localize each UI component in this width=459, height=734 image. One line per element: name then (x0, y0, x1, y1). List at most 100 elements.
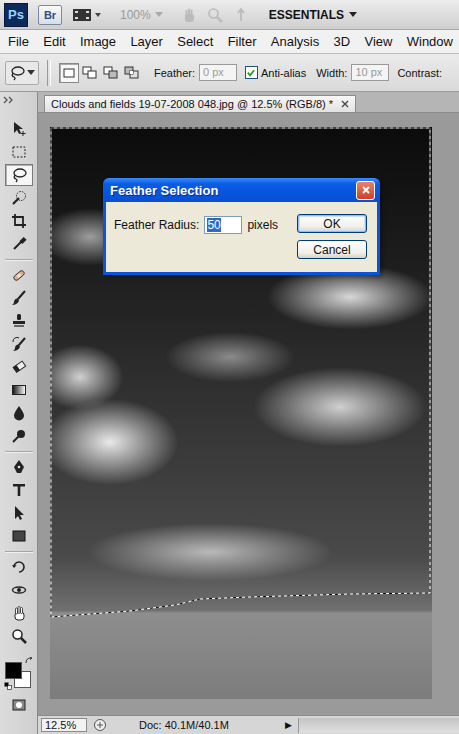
tool-button[interactable] (5, 602, 33, 624)
menu-item[interactable]: File (8, 34, 29, 49)
view-extras-icon[interactable] (72, 7, 102, 23)
feather-field[interactable]: 0 px (199, 64, 237, 81)
dialog-close-button[interactable] (356, 181, 375, 200)
tool-preset-picker[interactable] (5, 61, 39, 85)
check-icon (246, 68, 256, 78)
tool-button[interactable] (5, 333, 33, 355)
feather-radius-label: Feather Radius: (114, 218, 199, 232)
tool-button[interactable] (5, 379, 33, 401)
lasso-icon (9, 65, 25, 81)
tool-button[interactable] (5, 579, 33, 601)
menu-item[interactable]: Image (80, 34, 116, 49)
tool-button[interactable] (5, 233, 33, 255)
selection-mode-button[interactable] (122, 63, 142, 83)
photoshop-logo[interactable]: Ps (4, 3, 28, 27)
foreground-color-swatch[interactable] (5, 662, 22, 679)
unit-label: pixels (247, 218, 278, 232)
selection-mode-button[interactable] (80, 63, 100, 83)
options-bar: Feather: 0 px Anti-alias Width: 10 px Co… (0, 54, 459, 92)
zoom-field[interactable]: 12.5% (41, 718, 87, 732)
tool-button[interactable] (5, 556, 33, 578)
separator (5, 551, 33, 553)
lasso-icon (11, 167, 27, 183)
menu-item[interactable]: View (364, 34, 392, 49)
anti-alias-label: Anti-alias (261, 67, 306, 79)
tool-button[interactable] (5, 210, 33, 232)
dropdown-arrow-icon (155, 12, 163, 18)
horizontal-scrollbar[interactable] (298, 718, 459, 733)
healing-icon (11, 267, 27, 283)
close-icon[interactable] (341, 100, 349, 108)
tool-button[interactable] (5, 164, 33, 186)
hand-icon[interactable] (181, 7, 197, 23)
document-size: Doc: 40.1M/40.1M (139, 719, 229, 731)
quick-mask-button[interactable] (5, 694, 33, 716)
pen-icon (11, 459, 27, 475)
bridge-button[interactable]: Br (38, 5, 62, 25)
tool-button[interactable] (5, 264, 33, 286)
photoshop-window: Ps Br 100% ESSENTIALS File Edit Image Layer… (0, 0, 459, 734)
dialog-button[interactable]: Cancel (297, 240, 367, 259)
share-icon[interactable] (93, 718, 107, 732)
default-colors-icon[interactable] (4, 682, 12, 690)
status-menu-arrow[interactable]: ▶ (285, 720, 292, 730)
document-tab[interactable]: Clouds and fields 19-07-2008 048.jpg @ 1… (44, 95, 356, 112)
menu-bar: File Edit Image Layer Select Filter Analysis 3D… (0, 30, 459, 54)
quick-mask-icon (11, 697, 27, 713)
zoom-level-dropdown[interactable]: 100% (112, 8, 171, 22)
feather-radius-value: 50 (207, 218, 220, 232)
document-tabs: Clouds and fields 19-07-2008 048.jpg @ 1… (38, 92, 459, 113)
dialog-title-bar[interactable]: Feather Selection (103, 178, 380, 202)
zoom-icon[interactable] (207, 7, 223, 23)
brush-icon (11, 290, 27, 306)
tool-button[interactable] (5, 456, 33, 478)
history-brush-icon (11, 336, 27, 352)
marquee-icon (11, 144, 27, 160)
tool-button[interactable] (5, 525, 33, 547)
tool-button[interactable] (5, 287, 33, 309)
tool-button[interactable] (5, 310, 33, 332)
swap-colors-icon[interactable] (25, 657, 33, 665)
feather-label: Feather: (154, 67, 195, 79)
rotate-view-icon[interactable] (233, 7, 249, 23)
move-icon (11, 121, 27, 137)
width-field[interactable]: 10 px (351, 64, 389, 81)
feather-radius-field[interactable]: 50 (204, 216, 242, 234)
tool-button[interactable] (5, 141, 33, 163)
selection-mode-icon (82, 66, 98, 80)
contrast-label: Contrast: (397, 67, 442, 79)
tool-button[interactable] (5, 502, 33, 524)
tool-button[interactable] (5, 479, 33, 501)
tool-button[interactable] (5, 356, 33, 378)
tool-button[interactable] (5, 625, 33, 647)
menu-item[interactable]: Edit (43, 34, 65, 49)
menu-item[interactable]: 3D (334, 34, 351, 49)
dropdown-arrow-icon (349, 12, 357, 18)
selection-mode-button[interactable] (59, 63, 79, 83)
anti-alias-checkbox[interactable]: Anti-alias (245, 66, 306, 79)
tool-button[interactable] (5, 118, 33, 140)
color-swatches (3, 656, 35, 690)
tool-button[interactable] (5, 402, 33, 424)
application-bar: Ps Br 100% ESSENTIALS (0, 0, 459, 30)
menu-item[interactable]: Filter (228, 34, 257, 49)
menu-item[interactable]: Select (177, 34, 213, 49)
tool-button[interactable] (5, 425, 33, 447)
menu-item[interactable]: Window (407, 34, 453, 49)
workspace-switcher[interactable]: ESSENTIALS (269, 8, 357, 22)
feather-selection-dialog: Feather Selection Feather Radius: 50 pix… (103, 178, 380, 275)
eyedropper-icon (11, 236, 27, 252)
quick-select-icon (11, 190, 27, 206)
collapse-panel-icon[interactable] (3, 96, 15, 104)
menu-item[interactable]: Layer (130, 34, 163, 49)
selection-mode-icon (124, 66, 140, 80)
shape-icon (11, 528, 27, 544)
zoom-icon (11, 628, 27, 644)
menu-item[interactable]: Analysis (271, 34, 319, 49)
eraser-icon (11, 359, 27, 375)
dialog-button[interactable]: OK (297, 214, 367, 233)
blur-icon (11, 405, 27, 421)
dialog-body: Feather Radius: 50 pixels OK Cancel (106, 202, 377, 272)
tool-button[interactable] (5, 187, 33, 209)
selection-mode-button[interactable] (101, 63, 121, 83)
